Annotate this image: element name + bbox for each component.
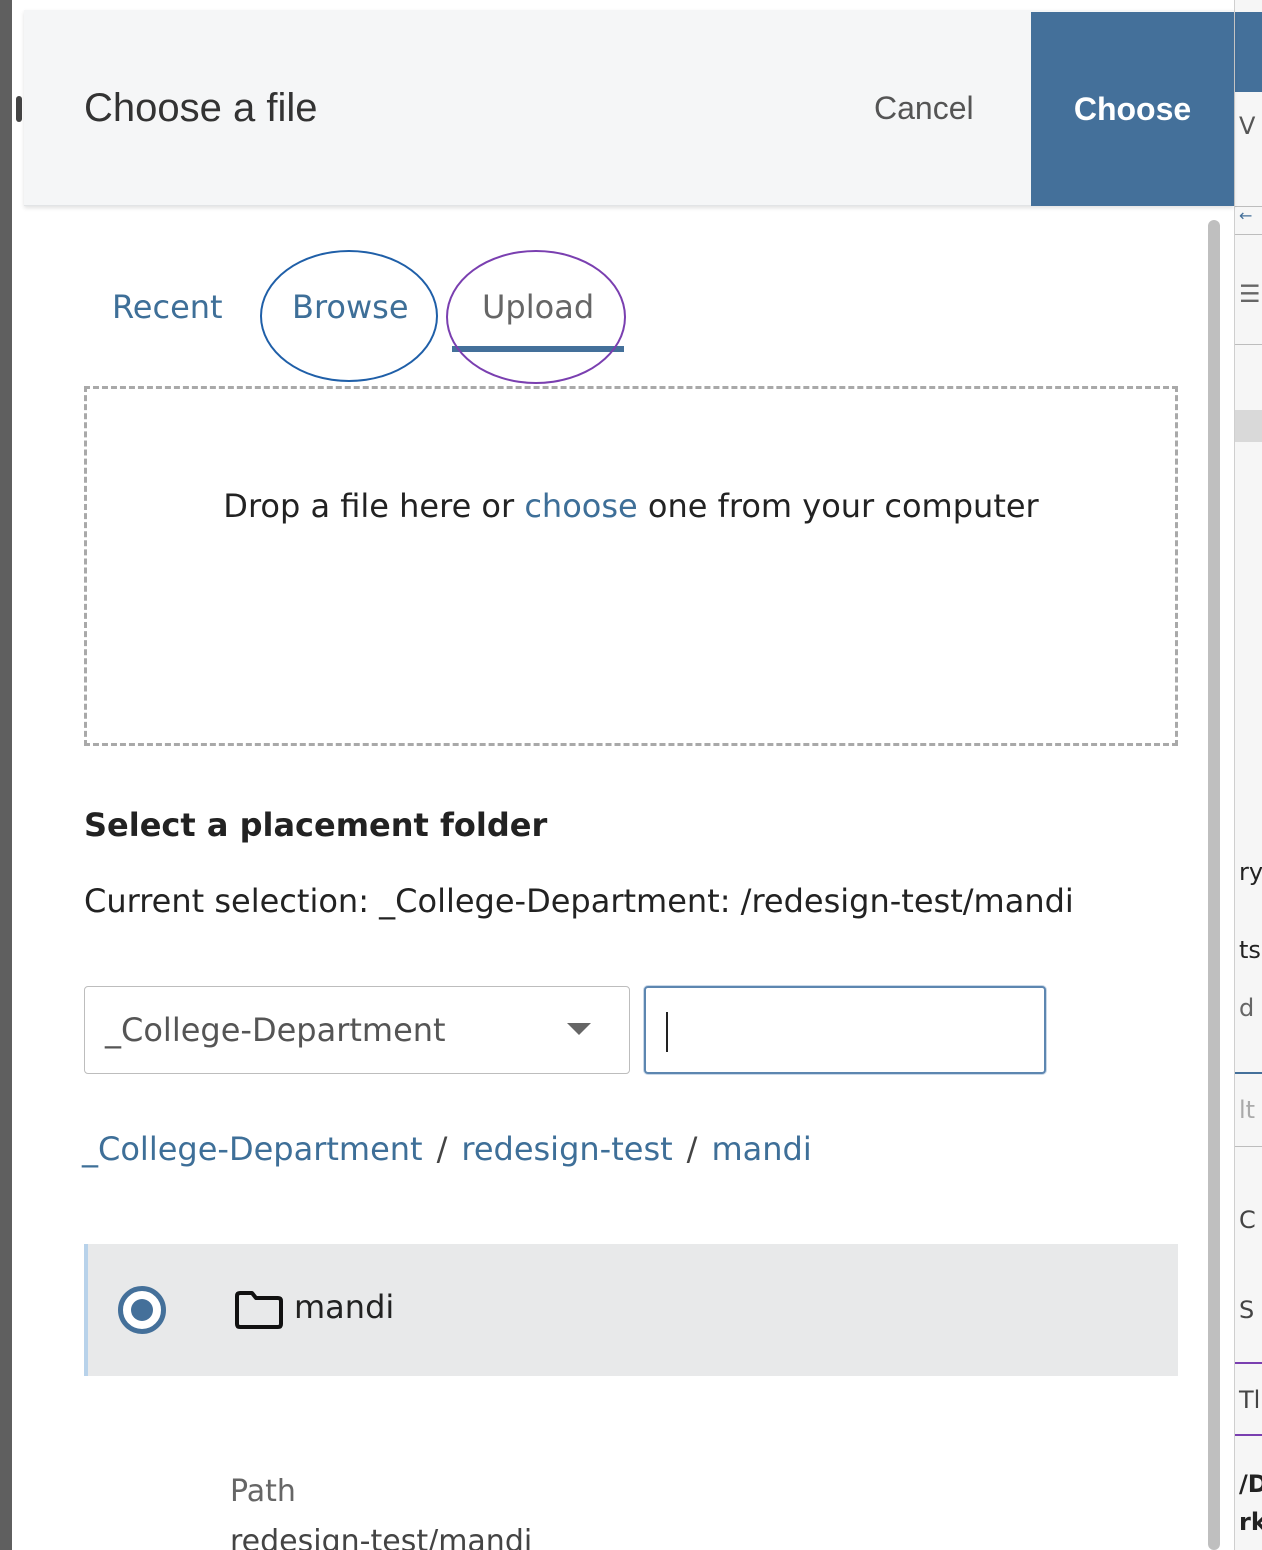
background-divider — [1235, 1072, 1262, 1074]
background-fragment: V — [1239, 112, 1256, 140]
background-fragment: S — [1239, 1296, 1255, 1324]
background-fragment: rk — [1239, 1508, 1262, 1536]
chevron-down-icon — [567, 1023, 591, 1035]
folder-icon — [235, 1291, 283, 1329]
background-fragment: Tl — [1239, 1386, 1261, 1414]
breadcrumb-separator: / — [436, 1130, 448, 1168]
tab-upload[interactable]: Upload — [482, 288, 594, 326]
site-select[interactable]: _College-Department — [84, 986, 630, 1074]
background-fragment: lt — [1239, 1096, 1256, 1124]
placement-folder-heading: Select a placement folder — [84, 806, 548, 844]
cancel-button[interactable]: Cancel — [874, 90, 974, 127]
choose-button[interactable]: Choose — [1031, 12, 1234, 206]
dialog-title: Choose a file — [84, 86, 318, 130]
path-label: Path — [230, 1474, 296, 1509]
background-fragment: ← — [1239, 206, 1253, 225]
choose-file-link[interactable]: choose — [524, 487, 637, 525]
background-purple-line — [1235, 1362, 1262, 1364]
dialog-scrollbar[interactable] — [1208, 220, 1220, 1550]
background-app-topbar — [1235, 12, 1262, 92]
background-divider — [1235, 1146, 1262, 1147]
background-divider — [1235, 234, 1262, 235]
background-fragment: d — [1239, 994, 1255, 1022]
background-divider — [1235, 344, 1262, 345]
background-fragment: /D — [1239, 1470, 1262, 1498]
breadcrumb: _College-Department / redesign-test / mandi — [82, 1130, 812, 1168]
current-selection-text: Current selection: _College-Department: … — [84, 882, 1074, 920]
background-fragment: ts — [1239, 936, 1261, 964]
breadcrumb-item[interactable]: mandi — [711, 1130, 811, 1168]
site-select-value: _College-Department — [105, 1011, 446, 1049]
background-fragment: C — [1239, 1206, 1256, 1234]
background-app-edge — [0, 0, 12, 1550]
folder-name: mandi — [294, 1288, 395, 1326]
folder-list-item[interactable]: mandi — [84, 1244, 1178, 1376]
radio-selected-dot — [131, 1299, 153, 1321]
background-bar — [1235, 410, 1262, 442]
dropzone-text-after: one from your computer — [637, 487, 1039, 525]
tab-recent[interactable]: Recent — [112, 288, 223, 326]
dialog-header: Choose a file Cancel Choose — [24, 10, 1234, 206]
breadcrumb-item[interactable]: redesign-test — [461, 1130, 672, 1168]
choose-file-dialog: Choose a file Cancel Choose Recent Brows… — [24, 10, 1234, 1550]
folder-search-input[interactable] — [644, 986, 1046, 1074]
dropzone-text-before: Drop a file here or — [223, 487, 525, 525]
active-tab-indicator — [452, 346, 624, 352]
file-dropzone[interactable]: Drop a file here or choose one from your… — [84, 386, 1178, 746]
background-fragment: ☰ — [1239, 280, 1261, 308]
dropzone-text: Drop a file here or choose one from your… — [87, 487, 1175, 525]
path-value: redesign-test/mandi — [230, 1524, 533, 1550]
breadcrumb-separator: / — [686, 1130, 698, 1168]
folder-radio-button[interactable] — [118, 1286, 166, 1334]
background-fragment: ry — [1239, 858, 1262, 886]
breadcrumb-item[interactable]: _College-Department — [82, 1130, 423, 1168]
background-app: V ← ☰ ry ts d lt C S Tl /D rk — [1234, 0, 1262, 1550]
background-app-mark — [16, 96, 22, 122]
text-cursor — [666, 1012, 668, 1052]
tab-browse[interactable]: Browse — [292, 288, 409, 326]
background-purple-line — [1235, 1434, 1262, 1436]
